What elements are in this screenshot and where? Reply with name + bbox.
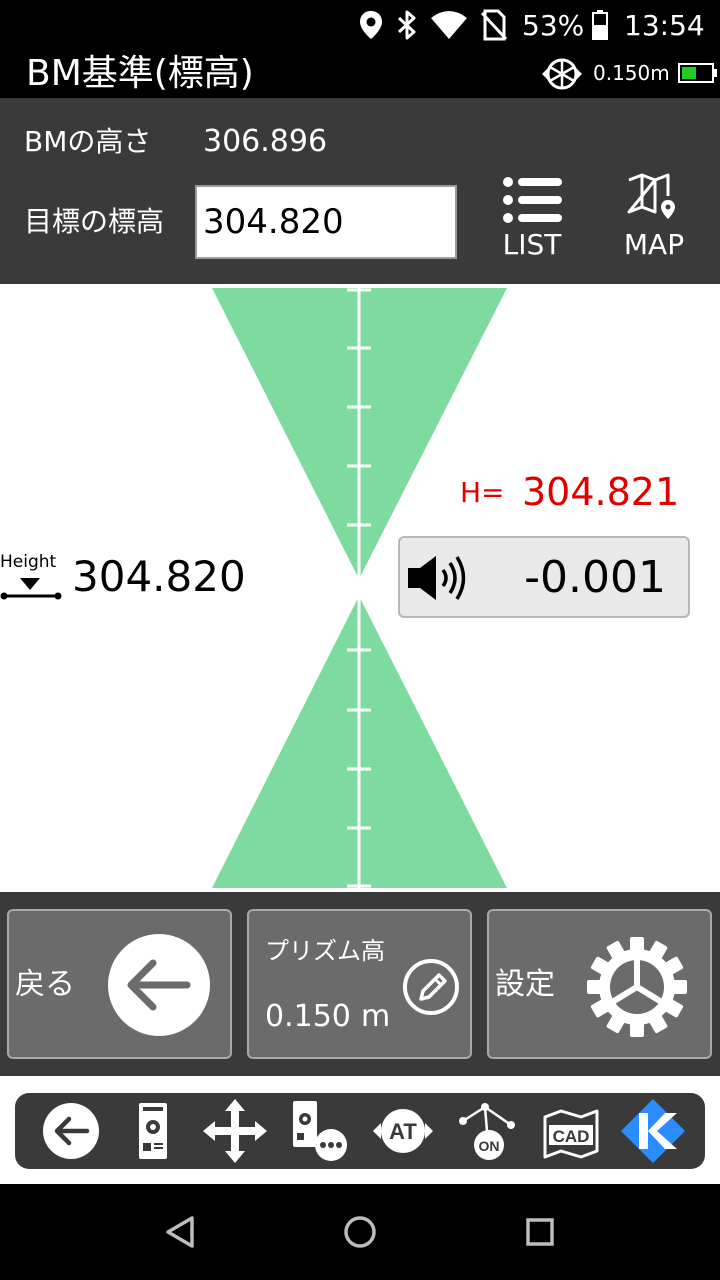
difference-value: -0.001 xyxy=(524,552,666,603)
instrument-icon[interactable] xyxy=(119,1097,187,1165)
svg-text:ON: ON xyxy=(479,1138,500,1154)
map-button[interactable]: MAP xyxy=(612,170,696,270)
status-bar: 53% 13:54 xyxy=(0,0,720,50)
nav-recent-icon[interactable] xyxy=(514,1206,566,1258)
wifi-icon xyxy=(430,0,468,50)
toolbar: AT ON CAD xyxy=(15,1093,705,1169)
no-sim-icon xyxy=(480,0,508,50)
on-network-icon[interactable]: ON xyxy=(453,1097,521,1165)
settings-label: 設定 xyxy=(495,967,555,1002)
title-bar: BM基準(標高) 0.150m xyxy=(0,50,720,98)
gear-icon xyxy=(587,937,687,1037)
prism-height-button[interactable]: プリズム高 0.150 m xyxy=(247,909,472,1059)
clock: 13:54 xyxy=(624,8,705,42)
prism-height-value: 0.150 xyxy=(265,999,351,1034)
battery-icon xyxy=(592,0,608,50)
header-panel: BMの高さ 306.896 目標の標高 304.820 LIST MAP xyxy=(0,98,720,284)
bm-height-value: 306.896 xyxy=(203,124,328,159)
at-icon[interactable]: AT xyxy=(369,1097,437,1165)
back-label: 戻る xyxy=(15,967,75,1002)
prism-icon xyxy=(542,58,582,90)
cad-icon[interactable]: CAD xyxy=(537,1097,605,1165)
settings-button[interactable]: 設定 xyxy=(487,909,712,1059)
speaker-icon[interactable] xyxy=(406,552,468,604)
guide-area: Height 304.820 H= 304.821 -0.001 xyxy=(0,284,720,892)
page-title: BM基準(標高) xyxy=(26,53,254,94)
list-button[interactable]: LIST xyxy=(494,170,570,270)
target-elevation-label: 目標の標高 xyxy=(24,205,165,238)
system-nav-bar xyxy=(0,1184,720,1280)
current-height-value: 304.820 xyxy=(72,552,246,601)
back-button[interactable]: 戻る xyxy=(7,909,232,1059)
nav-back-icon[interactable] xyxy=(154,1206,206,1258)
map-label: MAP xyxy=(623,228,685,261)
location-icon xyxy=(358,0,384,50)
nav-home-icon[interactable] xyxy=(334,1206,386,1258)
back-icon[interactable] xyxy=(37,1097,105,1165)
battery-percent: 53% xyxy=(522,8,585,42)
svg-text:CAD: CAD xyxy=(553,1127,590,1146)
toolbar-container: AT ON CAD xyxy=(0,1076,720,1184)
prism-height-unit: m xyxy=(361,999,391,1034)
height-tag: Height xyxy=(0,552,57,572)
bm-height-label: BMの高さ xyxy=(24,125,152,158)
k-logo-icon[interactable] xyxy=(619,1097,687,1165)
prism-height-label: プリズム高 xyxy=(265,937,385,965)
pencil-circle-icon xyxy=(403,959,459,1015)
difference-panel[interactable]: -0.001 xyxy=(398,536,690,618)
svg-text:AT: AT xyxy=(389,1119,417,1144)
bluetooth-icon xyxy=(396,0,418,50)
move-icon[interactable] xyxy=(201,1097,269,1165)
map-icon xyxy=(627,173,675,219)
target-elevation-input[interactable]: 304.820 xyxy=(195,185,457,259)
list-label: LIST xyxy=(502,228,562,261)
prism-height-indicator: 0.150m xyxy=(593,61,670,85)
battery-level-icon xyxy=(678,63,717,83)
arrow-left-circle-icon xyxy=(108,934,210,1036)
measured-h-value: 304.821 xyxy=(522,470,680,514)
list-icon xyxy=(503,177,562,223)
instrument-more-icon[interactable] xyxy=(285,1097,353,1165)
height-marker-icon: Height xyxy=(0,552,62,608)
measured-h-label: H= xyxy=(460,476,505,509)
action-button-panel: 戻る プリズム高 0.150 m 設定 xyxy=(0,892,720,1076)
